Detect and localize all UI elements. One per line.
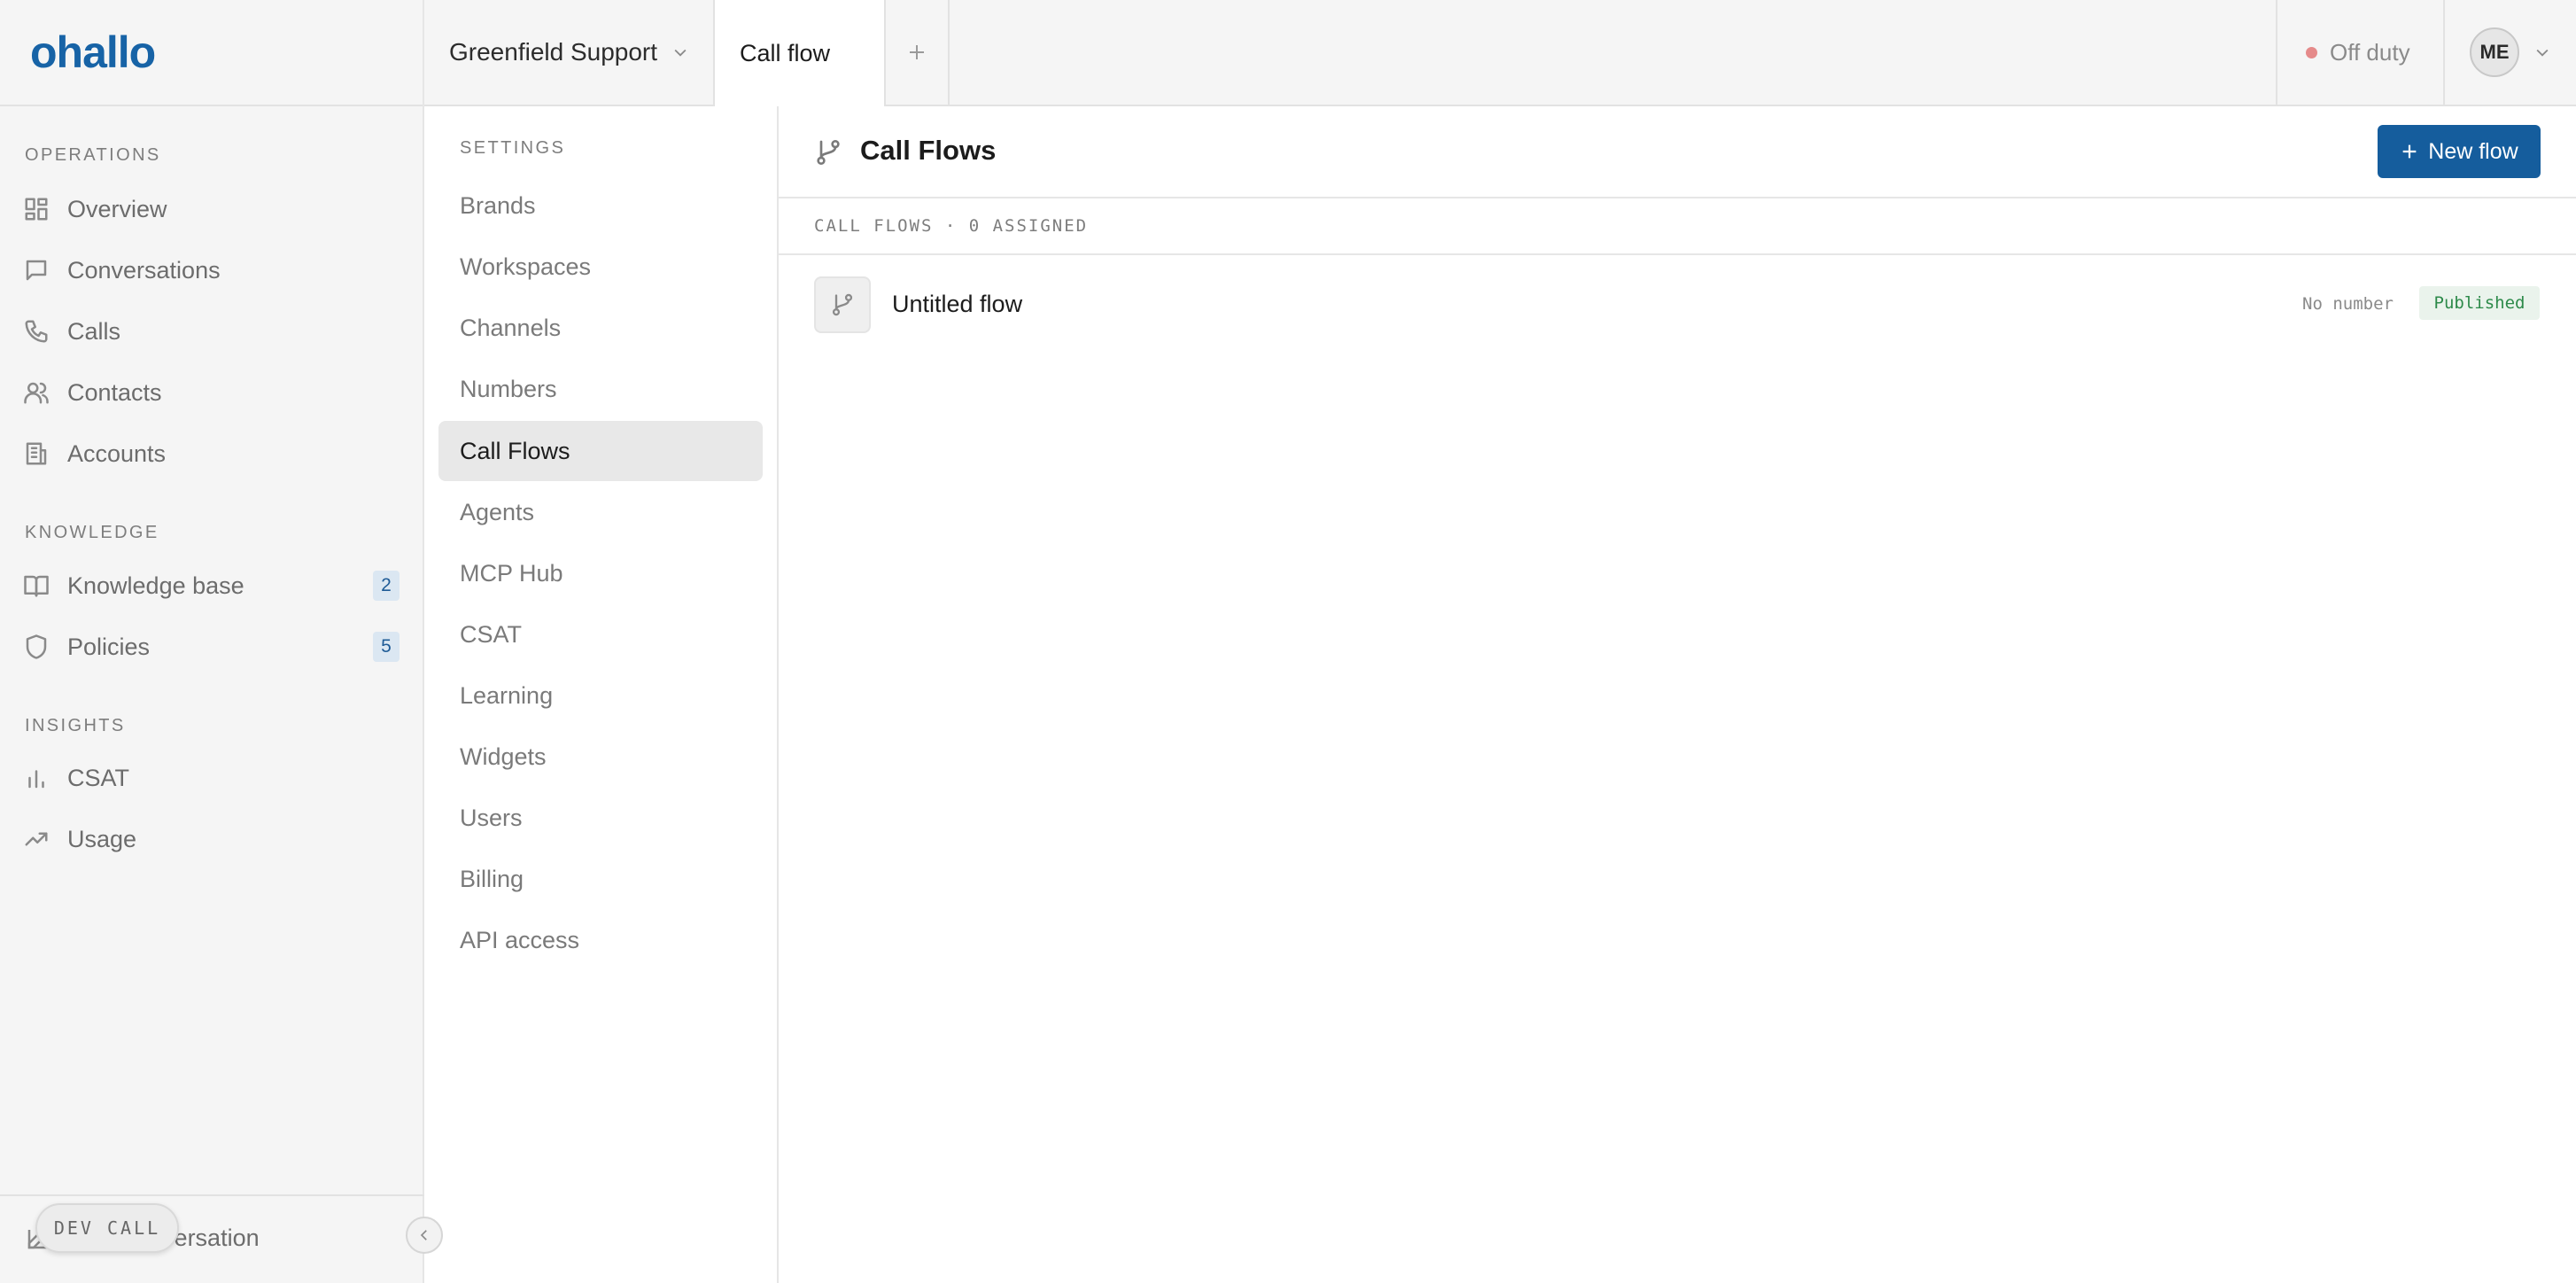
flow-row[interactable]: Untitled flow No number Published bbox=[779, 255, 2576, 354]
user-menu[interactable]: ME bbox=[2445, 0, 2576, 105]
branch-icon bbox=[814, 276, 871, 333]
settings-item-workspaces[interactable]: Workspaces bbox=[438, 237, 763, 297]
topbar: Greenfield Support Call flow Off duty ME bbox=[424, 0, 2576, 106]
section-label-operations: OPERATIONS bbox=[25, 145, 161, 165]
sidebar-item-calls[interactable]: Calls bbox=[0, 305, 424, 358]
sidebar-item-conversations[interactable]: Conversations bbox=[0, 244, 424, 297]
sidebar-item-policies[interactable]: Policies 5 bbox=[0, 620, 424, 673]
status-label: Off duty bbox=[2330, 38, 2410, 66]
settings-item-call-flows[interactable]: Call Flows bbox=[438, 421, 763, 481]
settings-item-widgets[interactable]: Widgets bbox=[438, 727, 763, 787]
logo-text: ohallo bbox=[30, 27, 156, 77]
sidebar-item-label: Accounts bbox=[67, 439, 167, 467]
flow-number: No number bbox=[2302, 294, 2394, 314]
logo-bar: ohallo bbox=[0, 0, 423, 106]
sidebar-footer: New conversation DEV CALL bbox=[0, 1194, 424, 1283]
settings-item-billing[interactable]: Billing bbox=[438, 849, 763, 909]
sidebar-item-knowledge-base[interactable]: Knowledge base 2 bbox=[0, 559, 424, 612]
sidebar-item-contacts[interactable]: Contacts bbox=[0, 366, 424, 419]
phone-icon bbox=[23, 318, 50, 345]
settings-menu: SETTINGS Brands Workspaces Channels Numb… bbox=[424, 106, 779, 1283]
app-root: ohallo OPERATIONS Overview Conversations… bbox=[0, 0, 2576, 1283]
new-flow-label: New flow bbox=[2428, 138, 2518, 164]
count-badge: 5 bbox=[373, 632, 400, 662]
settings-item-numbers[interactable]: Numbers bbox=[438, 359, 763, 419]
settings-item-users[interactable]: Users bbox=[438, 788, 763, 848]
logo[interactable]: ohallo bbox=[30, 27, 156, 77]
sidebar-item-accounts[interactable]: Accounts bbox=[0, 427, 424, 480]
page-title: Call Flows bbox=[860, 135, 997, 166]
plus-icon bbox=[910, 45, 924, 59]
tab-call-flow[interactable]: Call flow bbox=[715, 0, 886, 106]
chevron-down-icon bbox=[674, 49, 687, 57]
page-header: Call Flows New flow bbox=[779, 106, 2576, 198]
users-icon bbox=[23, 379, 50, 406]
status-badge: Published bbox=[2419, 286, 2540, 320]
bar-chart-icon bbox=[23, 765, 50, 791]
branch-icon bbox=[814, 138, 842, 167]
avatar: ME bbox=[2470, 27, 2519, 77]
section-label-insights: INSIGHTS bbox=[25, 716, 126, 735]
sidebar-item-label: CSAT bbox=[67, 764, 130, 791]
workspace-switcher[interactable]: Greenfield Support bbox=[424, 0, 715, 105]
dev-call-button[interactable]: DEV CALL bbox=[35, 1203, 179, 1253]
settings-item-api-access[interactable]: API access bbox=[438, 910, 763, 970]
sidebar-item-label: Overview bbox=[67, 195, 167, 222]
section-label-knowledge: KNOWLEDGE bbox=[25, 523, 159, 542]
chevron-left-icon bbox=[420, 1230, 427, 1240]
settings-item-brands[interactable]: Brands bbox=[438, 175, 763, 236]
grid-icon bbox=[23, 196, 50, 222]
plus-icon bbox=[2402, 144, 2417, 159]
sidebar-item-label: Calls bbox=[67, 317, 121, 345]
count-badge: 2 bbox=[373, 571, 400, 601]
duty-status-toggle[interactable]: Off duty bbox=[2276, 0, 2445, 105]
settings-item-mcp-hub[interactable]: MCP Hub bbox=[438, 543, 763, 603]
new-flow-button[interactable]: New flow bbox=[2378, 125, 2541, 178]
settings-item-learning[interactable]: Learning bbox=[438, 665, 763, 726]
trend-icon bbox=[23, 826, 50, 852]
main-content: Call Flows New flow CALL FLOWS · 0 ASSIG… bbox=[779, 106, 2576, 1283]
sidebar-item-usage[interactable]: Usage bbox=[0, 813, 424, 866]
collapse-sidebar-button[interactable] bbox=[406, 1217, 443, 1254]
book-icon bbox=[23, 572, 50, 599]
sidebar-item-label: Policies bbox=[67, 633, 151, 660]
shield-icon bbox=[23, 634, 50, 660]
add-tab-button[interactable] bbox=[886, 0, 950, 105]
sidebar-item-label: Contacts bbox=[67, 378, 162, 406]
status-dot bbox=[2306, 46, 2317, 58]
flow-name: Untitled flow bbox=[892, 291, 1023, 317]
sidebar-item-overview[interactable]: Overview bbox=[0, 183, 424, 236]
sidebar-item-label: Knowledge base bbox=[67, 572, 244, 599]
chevron-down-icon bbox=[2536, 49, 2549, 57]
settings-item-csat[interactable]: CSAT bbox=[438, 604, 763, 665]
sidebar-item-label: Usage bbox=[67, 825, 137, 852]
workspace-name: Greenfield Support bbox=[449, 38, 658, 66]
tab-label: Call flow bbox=[740, 39, 831, 66]
settings-item-channels[interactable]: Channels bbox=[438, 298, 763, 358]
settings-item-agents[interactable]: Agents bbox=[438, 482, 763, 542]
sidebar: ohallo OPERATIONS Overview Conversations… bbox=[0, 0, 424, 1283]
building-icon bbox=[23, 440, 50, 467]
settings-title: SETTINGS bbox=[460, 138, 566, 158]
sidebar-item-label: Conversations bbox=[67, 256, 221, 284]
list-header: CALL FLOWS · 0 ASSIGNED bbox=[779, 198, 2576, 255]
sidebar-item-csat[interactable]: CSAT bbox=[0, 751, 424, 805]
chat-icon bbox=[23, 257, 50, 284]
